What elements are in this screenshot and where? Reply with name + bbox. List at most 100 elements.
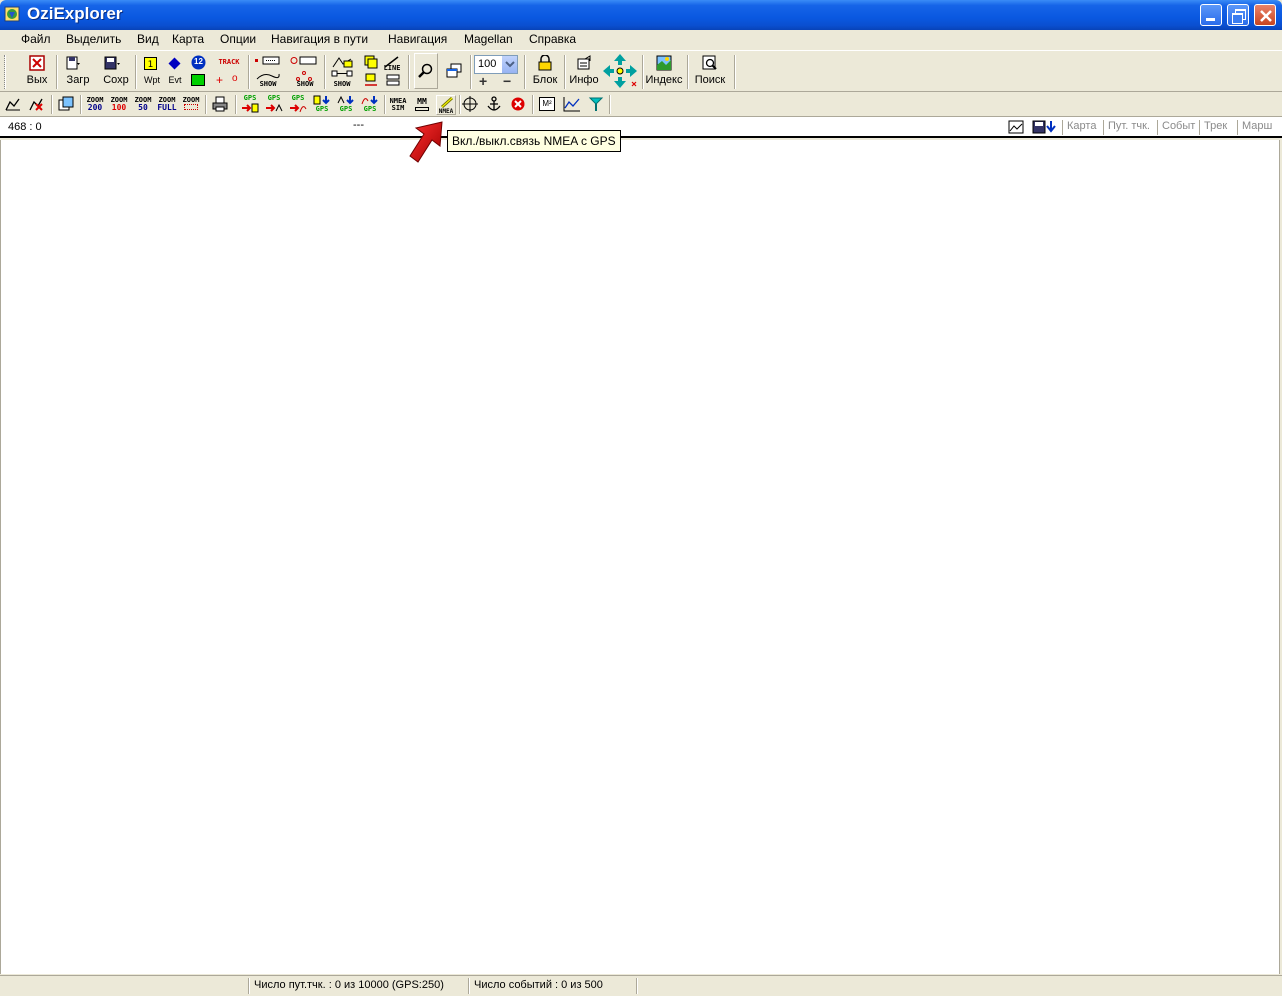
zoom-selection-button[interactable]: ZOOM	[180, 97, 202, 112]
toolbar-separator	[470, 55, 472, 89]
gps-get-waypoints-button[interactable]: GPS	[240, 95, 260, 115]
zoom-100-button[interactable]: ZOOM 100	[108, 97, 130, 112]
load-file-icon	[66, 56, 80, 70]
gps-send-track-button[interactable]: GPS	[360, 95, 380, 115]
toolbar-separator	[734, 55, 736, 89]
waypoint-number-button[interactable]: 12	[188, 51, 210, 91]
zoom-out-button[interactable]: −	[503, 73, 511, 89]
selection-box-icon	[184, 104, 198, 110]
window-title: OziExplorer	[27, 4, 123, 23]
gps-antenna-icon[interactable]	[588, 96, 604, 112]
waypoint-button[interactable]: 1 Wpt	[140, 51, 164, 91]
route-box-icon	[386, 74, 400, 86]
title-bar[interactable]: OziExplorer	[0, 0, 1282, 30]
toolbar-grip[interactable]	[4, 55, 6, 89]
elevation-graph-icon[interactable]	[563, 96, 581, 112]
magnify-button[interactable]	[414, 53, 438, 89]
gps-send-routes-button[interactable]: GPS	[336, 95, 356, 115]
man-overboard-icon[interactable]	[510, 96, 526, 112]
gps-get-track-button[interactable]: GPS	[288, 95, 308, 115]
zoom-in-button[interactable]: +	[479, 73, 487, 89]
menu-navigation[interactable]: Навигация	[388, 32, 447, 46]
area-measure-button[interactable]: M²	[539, 97, 555, 111]
index-button[interactable]: Индекс	[644, 51, 684, 91]
toolbar-separator	[324, 55, 326, 89]
nmea-gps-link-button[interactable]: NMEA	[436, 95, 456, 115]
waypoint-square-icon: 1	[144, 57, 157, 70]
close-button[interactable]	[1254, 4, 1276, 26]
menu-file[interactable]: Файл	[21, 32, 51, 46]
show-events-button[interactable]: SHOW	[289, 51, 319, 91]
maximize-button[interactable]	[1227, 4, 1249, 26]
gps-get-routes-button[interactable]: GPS	[264, 95, 284, 115]
search-button[interactable]: Поиск	[690, 51, 730, 91]
route-line-icon	[331, 70, 353, 77]
nmea-simulator-button[interactable]: NMEA SIM	[388, 98, 408, 112]
menu-view[interactable]: Вид	[137, 32, 159, 46]
pan-arrows-icon	[603, 54, 637, 88]
menu-options[interactable]: Опции	[220, 32, 256, 46]
waypoint-number: 12	[194, 57, 203, 66]
map-index-icon	[656, 55, 672, 71]
menu-select[interactable]: Выделить	[66, 32, 121, 46]
pointer-arrow-icon	[409, 121, 443, 163]
status-bar: Число пут.тчк. : 0 из 10000 (GPS:250) Чи…	[0, 975, 1282, 996]
anchor-icon[interactable]	[486, 96, 502, 112]
show-label: SHOW	[259, 80, 277, 88]
search-icon	[702, 55, 717, 70]
minimize-button[interactable]	[1200, 4, 1222, 26]
svg-text:1: 1	[148, 60, 154, 70]
menu-moving-map[interactable]: Навигация в пути	[271, 32, 368, 46]
menu-map[interactable]: Карта	[172, 32, 204, 46]
event-button[interactable]: Evt	[164, 51, 186, 91]
load-button[interactable]: Загр	[62, 51, 94, 91]
circle-icon: o	[232, 73, 238, 84]
tab-route[interactable]: Марш	[1237, 120, 1272, 135]
zoom-dropdown-button[interactable]	[501, 56, 517, 73]
zoom-200-button[interactable]: ZOOM 200	[84, 97, 106, 112]
lock-icon	[538, 55, 552, 71]
app-window: OziExplorer Файл Выделить Вид Карта Опци…	[0, 0, 1282, 996]
tab-events[interactable]: Событ	[1157, 120, 1195, 135]
zoom-full-button[interactable]: ZOOM FULL	[156, 97, 178, 112]
gps-send-waypoints-button[interactable]: GPS	[312, 95, 332, 115]
tab-track[interactable]: Трек	[1199, 120, 1227, 135]
toolbar-separator	[564, 55, 566, 89]
tab-map[interactable]: Карта	[1062, 120, 1096, 135]
zoom-level-select[interactable]: 100	[474, 55, 518, 74]
show-waypoints-button[interactable]: SHOW	[252, 51, 282, 91]
exit-button[interactable]: Вых	[22, 51, 52, 91]
map-clear-icon[interactable]	[28, 96, 44, 112]
status-separator	[468, 978, 470, 994]
waypoint-box-icon	[255, 56, 280, 65]
zoom-50-button[interactable]: ZOOM 50	[132, 97, 154, 112]
line-label: LINE	[383, 64, 401, 72]
tab-waypoints[interactable]: Пут. тчк.	[1103, 120, 1150, 135]
line-tools-button[interactable]: LINE	[360, 51, 404, 91]
track-button[interactable]: TRACK + o	[212, 51, 244, 91]
menu-magellan[interactable]: Magellan	[464, 32, 513, 46]
nmea-satellite-icon	[440, 97, 454, 108]
copy-map-icon[interactable]	[58, 96, 74, 112]
windows-button[interactable]	[442, 51, 466, 91]
map-canvas[interactable]	[0, 140, 1280, 974]
crosshair-icon[interactable]	[462, 96, 478, 112]
download-routes-icon	[266, 103, 283, 112]
toolbar-separator	[524, 55, 526, 89]
toolbar-separator	[459, 95, 461, 114]
menu-help[interactable]: Справка	[529, 32, 576, 46]
save-floppy-icon	[104, 56, 120, 70]
oziexplorer-globe-icon	[4, 6, 20, 22]
status-separator	[248, 978, 250, 994]
move-map-button[interactable]	[602, 51, 640, 91]
map-image-icon[interactable]	[1008, 120, 1024, 134]
moving-map-button[interactable]: MM	[412, 98, 432, 113]
save-data-icon[interactable]	[1032, 120, 1058, 134]
route-show-button[interactable]: SHOW	[328, 51, 356, 91]
main-toolbar: Вых Загр Сохр 1 Wpt Evt 12 TRACK + o SHO…	[0, 50, 1282, 92]
lock-button[interactable]: Блок	[528, 51, 562, 91]
print-icon[interactable]	[212, 96, 228, 112]
info-button[interactable]: Инфо	[567, 51, 601, 91]
save-button[interactable]: Сохр	[100, 51, 132, 91]
map-check-icon[interactable]	[5, 96, 21, 112]
